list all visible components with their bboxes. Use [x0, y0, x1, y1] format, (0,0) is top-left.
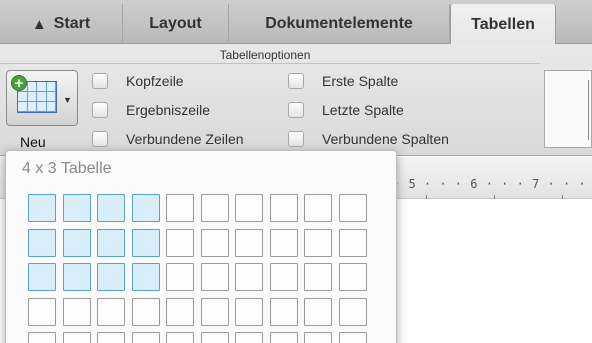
- table-cell[interactable]: [166, 298, 194, 326]
- table-cell-selected[interactable]: [28, 263, 56, 291]
- table-cell[interactable]: [339, 298, 367, 326]
- table-cell[interactable]: [304, 332, 332, 343]
- table-cell[interactable]: [132, 298, 160, 326]
- table-cell-selected[interactable]: [28, 229, 56, 257]
- option-label: Ergebniszeile: [126, 102, 211, 118]
- home-icon: ▲: [31, 15, 47, 33]
- checkbox[interactable]: [92, 73, 108, 89]
- table-cell-selected[interactable]: [132, 263, 160, 291]
- table-cell[interactable]: [339, 194, 367, 222]
- table-cell-selected[interactable]: [97, 263, 125, 291]
- table-cell[interactable]: [304, 194, 332, 222]
- table-cell-selected[interactable]: [63, 263, 91, 291]
- table-cell-selected[interactable]: [63, 229, 91, 257]
- table-cell[interactable]: [339, 263, 367, 291]
- table-cell[interactable]: [28, 298, 56, 326]
- option-kopfzeile[interactable]: Kopfzeile: [92, 73, 184, 89]
- table-cell[interactable]: [235, 194, 263, 222]
- tab-dokumentelemente-label: Dokumentelemente: [265, 15, 413, 32]
- table-style-preview[interactable]: [544, 70, 592, 148]
- option-letzte-spalte[interactable]: Letzte Spalte: [288, 102, 404, 118]
- table-cell[interactable]: [166, 229, 194, 257]
- table-cell-selected[interactable]: [28, 194, 56, 222]
- table-cell[interactable]: [304, 263, 332, 291]
- tab-start[interactable]: ▲ Start: [0, 4, 123, 44]
- table-cell-selected[interactable]: [97, 229, 125, 257]
- table-cell-selected[interactable]: [132, 194, 160, 222]
- table-cell[interactable]: [63, 332, 91, 343]
- table-cell[interactable]: [235, 298, 263, 326]
- option-verbundene-spalten[interactable]: Verbundene Spalten: [288, 131, 449, 147]
- table-cell-selected[interactable]: [132, 229, 160, 257]
- table-size-label: 4 x 3 Tabelle: [22, 160, 112, 177]
- table-cell[interactable]: [235, 332, 263, 343]
- table-cell[interactable]: [270, 194, 298, 222]
- option-label: Erste Spalte: [322, 73, 399, 89]
- table-cell[interactable]: [97, 298, 125, 326]
- ruler-tick: [426, 195, 427, 199]
- table-cell[interactable]: [166, 194, 194, 222]
- option-label: Verbundene Zeilen: [126, 131, 244, 147]
- checkbox[interactable]: [92, 131, 108, 147]
- table-cell[interactable]: [304, 229, 332, 257]
- checkbox[interactable]: [288, 131, 304, 147]
- new-table-button[interactable]: + ▼: [6, 70, 78, 126]
- add-icon: +: [11, 75, 27, 91]
- table-cell[interactable]: [166, 263, 194, 291]
- table-cell[interactable]: [270, 263, 298, 291]
- tab-layout[interactable]: Layout: [123, 4, 229, 44]
- option-erste-spalte[interactable]: Erste Spalte: [288, 73, 398, 89]
- dropdown-arrow-icon: ▼: [63, 95, 72, 105]
- table-cell[interactable]: [201, 332, 229, 343]
- table-cell[interactable]: [97, 332, 125, 343]
- tab-tabellen-label: Tabellen: [471, 15, 535, 33]
- table-cell[interactable]: [63, 298, 91, 326]
- table-cell[interactable]: [304, 298, 332, 326]
- checkbox[interactable]: [92, 102, 108, 118]
- tab-layout-label: Layout: [149, 15, 202, 32]
- ruler-tick: [494, 195, 495, 199]
- table-cell[interactable]: [270, 229, 298, 257]
- tab-dokumentelemente[interactable]: Dokumentelemente: [229, 4, 450, 44]
- table-cell[interactable]: [339, 332, 367, 343]
- option-ergebniszeile[interactable]: Ergebniszeile: [92, 102, 210, 118]
- tab-tabellen[interactable]: Tabellen: [450, 4, 556, 45]
- new-button-label: Neu: [20, 134, 46, 150]
- table-cell[interactable]: [132, 332, 160, 343]
- checkbox[interactable]: [288, 73, 304, 89]
- tab-start-label: Start: [53, 15, 91, 32]
- table-cell[interactable]: [28, 332, 56, 343]
- table-cell[interactable]: [270, 298, 298, 326]
- table-cell[interactable]: [166, 332, 194, 343]
- ruler-tick: [562, 195, 563, 199]
- preview-divider: [588, 80, 589, 140]
- group-title: Tabellenoptionen: [219, 48, 311, 62]
- option-label: Kopfzeile: [126, 73, 184, 89]
- table-cell[interactable]: [201, 263, 229, 291]
- ruler-marks: · 5 · · · 6 · · · 7 · · · 8: [393, 177, 592, 191]
- option-label: Verbundene Spalten: [322, 131, 449, 147]
- table-cell-selected[interactable]: [63, 194, 91, 222]
- table-cell[interactable]: [201, 298, 229, 326]
- table-cell[interactable]: [270, 332, 298, 343]
- table-cell[interactable]: [201, 194, 229, 222]
- ribbon-tab-bar: ▲ Start Layout Dokumentelemente Tabellen: [0, 0, 592, 45]
- table-cell[interactable]: [201, 229, 229, 257]
- table-cell[interactable]: [235, 263, 263, 291]
- table-cell[interactable]: [235, 229, 263, 257]
- option-label: Letzte Spalte: [322, 102, 404, 118]
- checkbox[interactable]: [288, 102, 304, 118]
- table-cell[interactable]: [339, 229, 367, 257]
- option-verbundene-zeilen[interactable]: Verbundene Zeilen: [92, 131, 244, 147]
- group-divider: [0, 63, 540, 64]
- table-cell-selected[interactable]: [97, 194, 125, 222]
